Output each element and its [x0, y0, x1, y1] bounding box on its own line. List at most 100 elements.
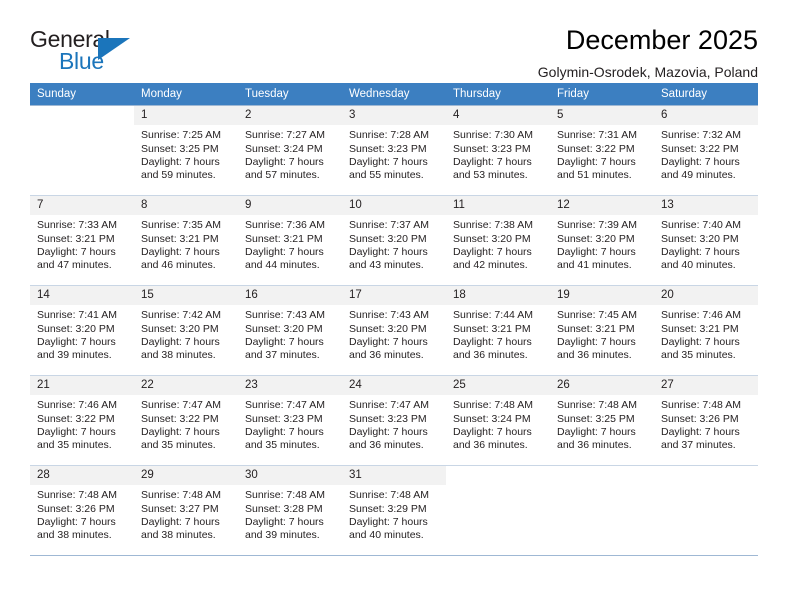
- day-sun-info: Sunrise: 7:48 AM Sunset: 3:25 PM Daylight:…: [550, 395, 654, 453]
- calendar-week-row: 28 Sunrise: 7:48 AM Sunset: 3:26 PM Dayligh…: [30, 465, 758, 556]
- calendar-week-row: 14 Sunrise: 7:41 AM Sunset: 3:20 PM Dayligh…: [30, 285, 758, 376]
- calendar-table: Sunday Monday Tuesday Wednesday Thursday…: [30, 83, 758, 556]
- calendar-day-cell[interactable]: 19 Sunrise: 7:45 AM Sunset: 3:21 PM Dayligh…: [550, 285, 654, 376]
- calendar-day-cell[interactable]: 1 Sunrise: 7:25 AM Sunset: 3:25 PM Daylight…: [134, 105, 238, 196]
- day-info-line: Sunrise: 7:33 AM: [37, 219, 117, 232]
- calendar-day-cell[interactable]: 14 Sunrise: 7:41 AM Sunset: 3:20 PM Dayligh…: [30, 285, 134, 376]
- day-info-line: Daylight: 7 hours: [349, 426, 428, 439]
- day-sun-info: Sunrise: 7:36 AM Sunset: 3:21 PM Daylight:…: [238, 215, 342, 273]
- day-info-line: Sunset: 3:26 PM: [661, 412, 739, 425]
- day-info-line: and 38 minutes.: [37, 529, 112, 542]
- day-info-line: and 44 minutes.: [245, 259, 320, 272]
- day-info-line: Daylight: 7 hours: [661, 246, 740, 259]
- calendar-week-row: 21 Sunrise: 7:46 AM Sunset: 3:22 PM Dayligh…: [30, 375, 758, 466]
- day-number: 12: [550, 196, 654, 216]
- calendar-day-cell-empty: [654, 465, 758, 556]
- calendar-day-cell[interactable]: 22 Sunrise: 7:47 AM Sunset: 3:22 PM Dayligh…: [134, 375, 238, 466]
- day-info-line: Sunrise: 7:30 AM: [453, 129, 533, 142]
- calendar-day-cell[interactable]: 30 Sunrise: 7:48 AM Sunset: 3:28 PM Dayligh…: [238, 465, 342, 556]
- calendar-day-cell[interactable]: 29 Sunrise: 7:48 AM Sunset: 3:27 PM Dayligh…: [134, 465, 238, 556]
- day-sun-info: Sunrise: 7:37 AM Sunset: 3:20 PM Daylight:…: [342, 215, 446, 273]
- calendar-day-cell[interactable]: 8 Sunrise: 7:35 AM Sunset: 3:21 PM Daylight…: [134, 195, 238, 286]
- day-info-line: Sunset: 3:25 PM: [141, 142, 219, 155]
- day-number: 1: [134, 106, 238, 126]
- day-info-line: Daylight: 7 hours: [453, 426, 532, 439]
- calendar-day-cell[interactable]: 27 Sunrise: 7:48 AM Sunset: 3:26 PM Dayligh…: [654, 375, 758, 466]
- day-info-line: Sunrise: 7:31 AM: [557, 129, 637, 142]
- day-info-line: Sunset: 3:21 PM: [141, 232, 219, 245]
- day-number: 18: [446, 286, 550, 306]
- day-info-line: Sunrise: 7:32 AM: [661, 129, 741, 142]
- day-info-line: Daylight: 7 hours: [141, 156, 220, 169]
- day-number: 28: [30, 466, 134, 486]
- day-number: [446, 466, 550, 482]
- calendar-day-cell[interactable]: 21 Sunrise: 7:46 AM Sunset: 3:22 PM Dayligh…: [30, 375, 134, 466]
- calendar-day-cell[interactable]: 23 Sunrise: 7:47 AM Sunset: 3:23 PM Dayligh…: [238, 375, 342, 466]
- day-info-line: Daylight: 7 hours: [557, 246, 636, 259]
- calendar-day-cell[interactable]: 6 Sunrise: 7:32 AM Sunset: 3:22 PM Daylight…: [654, 105, 758, 196]
- day-info-line: Sunrise: 7:43 AM: [245, 309, 325, 322]
- day-info-line: Sunrise: 7:48 AM: [245, 489, 325, 502]
- day-info-line: Daylight: 7 hours: [661, 426, 740, 439]
- calendar-day-cell[interactable]: 25 Sunrise: 7:48 AM Sunset: 3:24 PM Dayligh…: [446, 375, 550, 466]
- day-number: 23: [238, 376, 342, 396]
- day-info-line: Daylight: 7 hours: [245, 336, 324, 349]
- calendar-day-cell[interactable]: 10 Sunrise: 7:37 AM Sunset: 3:20 PM Dayligh…: [342, 195, 446, 286]
- day-sun-info: Sunrise: 7:48 AM Sunset: 3:27 PM Daylight:…: [134, 485, 238, 543]
- calendar-day-cell[interactable]: 24 Sunrise: 7:47 AM Sunset: 3:23 PM Dayligh…: [342, 375, 446, 466]
- day-info-line: Sunrise: 7:28 AM: [349, 129, 429, 142]
- day-info-line: Daylight: 7 hours: [141, 246, 220, 259]
- calendar-day-cell[interactable]: 7 Sunrise: 7:33 AM Sunset: 3:21 PM Daylight…: [30, 195, 134, 286]
- calendar-day-cell[interactable]: 26 Sunrise: 7:48 AM Sunset: 3:25 PM Dayligh…: [550, 375, 654, 466]
- day-info-line: and 36 minutes.: [453, 439, 528, 452]
- calendar-day-cell[interactable]: 17 Sunrise: 7:43 AM Sunset: 3:20 PM Dayligh…: [342, 285, 446, 376]
- calendar-day-cell[interactable]: 16 Sunrise: 7:43 AM Sunset: 3:20 PM Dayligh…: [238, 285, 342, 376]
- day-info-line: Sunset: 3:23 PM: [245, 412, 323, 425]
- calendar-day-cell[interactable]: 11 Sunrise: 7:38 AM Sunset: 3:20 PM Dayligh…: [446, 195, 550, 286]
- day-number: 3: [342, 106, 446, 126]
- day-number: 25: [446, 376, 550, 396]
- calendar-day-cell[interactable]: 5 Sunrise: 7:31 AM Sunset: 3:22 PM Daylight…: [550, 105, 654, 196]
- day-number: 5: [550, 106, 654, 126]
- day-number: 16: [238, 286, 342, 306]
- day-info-line: Sunset: 3:22 PM: [557, 142, 635, 155]
- calendar-day-cell[interactable]: 3 Sunrise: 7:28 AM Sunset: 3:23 PM Daylight…: [342, 105, 446, 196]
- calendar-day-cell[interactable]: 4 Sunrise: 7:30 AM Sunset: 3:23 PM Daylight…: [446, 105, 550, 196]
- logo-text-blue: Blue: [59, 48, 104, 74]
- calendar-day-cell[interactable]: 2 Sunrise: 7:27 AM Sunset: 3:24 PM Daylight…: [238, 105, 342, 196]
- day-number: 21: [30, 376, 134, 396]
- day-info-line: Sunset: 3:25 PM: [557, 412, 635, 425]
- day-info-line: and 36 minutes.: [557, 439, 632, 452]
- calendar-day-cell[interactable]: 15 Sunrise: 7:42 AM Sunset: 3:20 PM Dayligh…: [134, 285, 238, 376]
- day-info-line: Daylight: 7 hours: [37, 426, 116, 439]
- calendar-day-cell[interactable]: 31 Sunrise: 7:48 AM Sunset: 3:29 PM Dayligh…: [342, 465, 446, 556]
- title-block: December 2025 Golymin-Osrodek, Mazovia, …: [538, 25, 758, 80]
- calendar-day-cell[interactable]: 13 Sunrise: 7:40 AM Sunset: 3:20 PM Dayligh…: [654, 195, 758, 286]
- calendar-day-cell[interactable]: 18 Sunrise: 7:44 AM Sunset: 3:21 PM Dayligh…: [446, 285, 550, 376]
- calendar-day-cell[interactable]: 9 Sunrise: 7:36 AM Sunset: 3:21 PM Daylight…: [238, 195, 342, 286]
- day-info-line: and 37 minutes.: [661, 439, 736, 452]
- day-number: 11: [446, 196, 550, 216]
- day-info-line: Sunrise: 7:44 AM: [453, 309, 533, 322]
- day-info-line: Daylight: 7 hours: [349, 246, 428, 259]
- weekday-header-sunday: Sunday: [30, 83, 134, 106]
- day-info-line: and 51 minutes.: [557, 169, 632, 182]
- calendar-day-cell[interactable]: 12 Sunrise: 7:39 AM Sunset: 3:20 PM Dayligh…: [550, 195, 654, 286]
- day-info-line: Sunset: 3:21 PM: [453, 322, 531, 335]
- day-sun-info: Sunrise: 7:42 AM Sunset: 3:20 PM Daylight:…: [134, 305, 238, 363]
- day-info-line: Sunset: 3:20 PM: [349, 232, 427, 245]
- day-info-line: and 39 minutes.: [245, 529, 320, 542]
- day-info-line: Sunset: 3:20 PM: [37, 322, 115, 335]
- day-info-line: and 36 minutes.: [453, 349, 528, 362]
- day-number: 19: [550, 286, 654, 306]
- calendar-week-row: 1 Sunrise: 7:25 AM Sunset: 3:25 PM Daylight…: [30, 105, 758, 196]
- day-info-line: Daylight: 7 hours: [141, 516, 220, 529]
- calendar-day-cell[interactable]: 28 Sunrise: 7:48 AM Sunset: 3:26 PM Dayligh…: [30, 465, 134, 556]
- day-info-line: Sunset: 3:24 PM: [453, 412, 531, 425]
- day-number: 20: [654, 286, 758, 306]
- day-info-line: Sunset: 3:27 PM: [141, 502, 219, 515]
- day-sun-info: Sunrise: 7:38 AM Sunset: 3:20 PM Daylight:…: [446, 215, 550, 273]
- calendar-day-cell[interactable]: 20 Sunrise: 7:46 AM Sunset: 3:21 PM Dayligh…: [654, 285, 758, 376]
- page-header: General Blue December 2025 Golymin-Osrod…: [0, 0, 792, 79]
- general-blue-logo[interactable]: General Blue: [30, 26, 150, 78]
